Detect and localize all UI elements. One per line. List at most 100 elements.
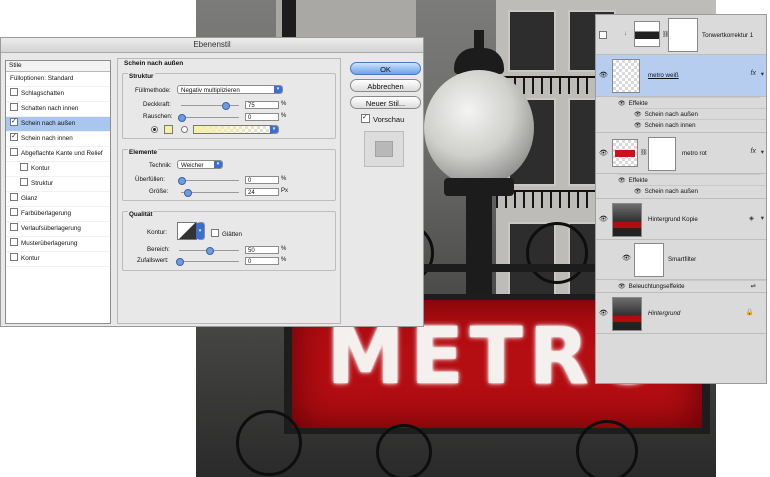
range-slider-handle[interactable] <box>206 247 214 255</box>
style-list-item[interactable]: Abgeflachte Kante und Relief <box>6 147 110 162</box>
spread-slider-track[interactable] <box>181 180 239 181</box>
eye-icon[interactable]: 👁 <box>634 123 642 129</box>
style-checkbox[interactable] <box>10 88 18 96</box>
eye-icon[interactable]: 👁 <box>634 112 642 118</box>
contour-picker[interactable] <box>177 222 197 240</box>
style-checkbox[interactable] <box>10 238 18 246</box>
style-item-label: Kontur <box>21 255 40 262</box>
lighting-effects-row[interactable]: 👁 Beleuchtungseffekte ⇌ <box>618 280 766 292</box>
style-list-item[interactable]: Schein nach außen <box>6 117 110 132</box>
structure-title: Struktur <box>128 73 155 80</box>
style-checkbox[interactable] <box>10 148 18 156</box>
style-checkbox[interactable] <box>10 223 18 231</box>
style-item-label: Schlagschatten <box>21 90 65 97</box>
noise-input[interactable]: 0 <box>245 113 279 121</box>
expand-arrow-icon[interactable]: ▾ <box>761 70 764 78</box>
jitter-slider-track[interactable] <box>179 261 239 262</box>
eye-icon[interactable]: 👁 <box>599 215 608 223</box>
technique-select[interactable]: Weicher ▾ <box>177 160 223 169</box>
blend-mode-select[interactable]: Negativ multiplizieren ▾ <box>177 85 283 94</box>
smartfilter-row[interactable]: 👁 Smartfilter <box>596 240 766 280</box>
style-list-item[interactable]: Verlaufsüberlagerung <box>6 222 110 237</box>
antialias-checkbox[interactable] <box>211 229 219 237</box>
eye-icon[interactable]: 👁 <box>618 284 626 290</box>
effect-outer-glow-row[interactable]: 👁 Schein nach außen <box>634 185 766 197</box>
cancel-button[interactable]: Abbrechen <box>350 79 421 92</box>
style-checkbox[interactable] <box>10 118 18 126</box>
size-input[interactable]: 24 <box>245 188 279 196</box>
eye-icon[interactable]: 👁 <box>599 71 608 79</box>
effect-label: Schein nach außen <box>644 111 698 118</box>
preview-checkbox[interactable] <box>361 114 370 123</box>
style-list-item[interactable]: Farbüberlagerung <box>6 207 110 222</box>
fx-icon[interactable]: fx <box>751 70 756 77</box>
visibility-empty[interactable] <box>599 31 607 39</box>
contour-dropdown[interactable]: ▾ <box>196 222 205 240</box>
style-checkbox[interactable] <box>10 133 18 141</box>
expand-arrow-icon[interactable]: ▾ <box>761 148 764 156</box>
eye-icon[interactable]: 👁 <box>618 101 626 107</box>
style-list-item[interactable]: Schatten nach innen <box>6 102 110 117</box>
layer-row-metro-white[interactable]: 👁 metro weiß fx ▾ <box>596 55 766 97</box>
opacity-input[interactable]: 75 <box>245 101 279 109</box>
style-checkbox[interactable] <box>10 253 18 261</box>
glow-color-swatch[interactable] <box>164 125 173 134</box>
style-list-header[interactable]: Stile <box>6 61 110 72</box>
hanging-bracket <box>282 0 296 40</box>
eye-icon[interactable]: 👁 <box>622 254 631 262</box>
eye-icon[interactable]: 👁 <box>599 309 608 317</box>
style-item-label: Musterüberlagerung <box>21 240 78 247</box>
layer-row-background-copy[interactable]: 👁 Hintergrund Kopie ◈ ▾ <box>596 198 766 240</box>
gradient-dropdown[interactable]: ▾ <box>270 125 279 134</box>
noise-slider-track[interactable] <box>181 117 239 118</box>
preview-option[interactable]: Vorschau <box>361 114 404 124</box>
style-list-item[interactable]: Schlagschatten <box>6 87 110 102</box>
style-list-item[interactable]: Struktur <box>6 177 110 192</box>
style-list-item[interactable]: Fülloptionen: Standard <box>6 72 110 87</box>
size-slider-handle[interactable] <box>183 189 192 197</box>
opacity-slider-track[interactable] <box>181 105 239 106</box>
eye-icon[interactable]: 👁 <box>634 189 642 195</box>
fx-icon[interactable]: fx <box>751 148 756 155</box>
spread-slider-handle[interactable] <box>178 177 186 185</box>
style-item-label: Schein nach innen <box>21 135 73 142</box>
smartfilter-mask-thumbnail <box>634 243 664 277</box>
style-item-label: Verlaufsüberlagerung <box>21 225 81 232</box>
spread-input[interactable]: 0 <box>245 176 279 184</box>
expand-arrow-icon[interactable]: ▾ <box>761 214 764 222</box>
style-list-item[interactable]: Musterüberlagerung <box>6 237 110 252</box>
new-style-button[interactable]: Neuer Stil... <box>350 96 421 109</box>
style-list-item[interactable]: Schein nach innen <box>6 132 110 147</box>
spread-label: Überfüllen: <box>135 176 165 183</box>
style-checkbox[interactable] <box>10 193 18 201</box>
layer-row-levels[interactable]: ↓ ⛓ Tonwertkorrektur 1 <box>596 15 766 55</box>
layer-row-metro-red[interactable]: 👁 ⛓ metro rot fx ▾ <box>596 132 766 174</box>
range-input[interactable]: 50 <box>245 246 279 254</box>
effect-inner-glow-row[interactable]: 👁 Schein nach innen <box>634 119 766 131</box>
glow-gradient-picker[interactable] <box>193 125 273 134</box>
ok-button[interactable]: OK <box>350 62 421 75</box>
style-checkbox[interactable] <box>10 208 18 216</box>
color-radio[interactable] <box>151 126 158 133</box>
style-checkbox[interactable] <box>20 163 28 171</box>
style-checkbox[interactable] <box>10 103 18 111</box>
opacity-slider-handle[interactable] <box>221 102 230 110</box>
style-checkbox[interactable] <box>20 178 28 186</box>
filter-options-icon[interactable]: ⇌ <box>751 281 756 292</box>
eye-icon[interactable]: 👁 <box>599 149 608 157</box>
noise-slider-handle[interactable] <box>178 114 186 122</box>
style-list-item[interactable]: Kontur <box>6 252 110 267</box>
jitter-slider-handle[interactable] <box>176 258 184 266</box>
style-list-item[interactable]: Kontur <box>6 162 110 177</box>
jitter-input[interactable]: 0 <box>245 257 279 265</box>
chevron-down-icon: ▾ <box>274 86 282 93</box>
building-window <box>508 10 556 72</box>
antialias-option[interactable]: Glätten <box>211 229 242 238</box>
layer-style-dialog: Ebenenstil Stile Fülloptionen: Standard S… <box>0 37 424 327</box>
pane-title: Schein nach außen <box>124 60 184 67</box>
ironwork-scroll <box>376 424 432 477</box>
layer-row-background[interactable]: 👁 Hintergrund 🔒 <box>596 292 766 334</box>
gradient-radio[interactable] <box>181 126 188 133</box>
eye-icon[interactable]: 👁 <box>618 178 626 184</box>
style-list-item[interactable]: Glanz <box>6 192 110 207</box>
